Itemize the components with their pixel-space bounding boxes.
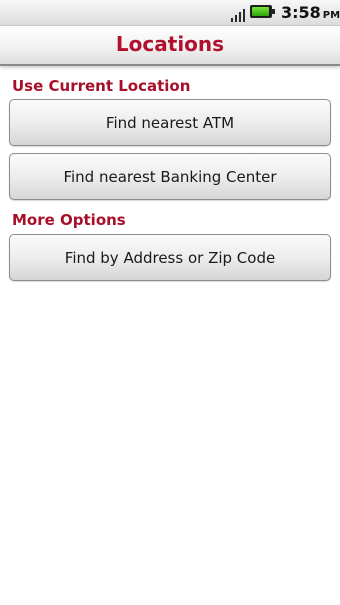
section-title-more-options: More Options [12,211,126,229]
find-nearest-banking-center-label: Find nearest Banking Center [63,167,277,186]
find-by-address-button[interactable]: Find by Address or Zip Code [9,234,331,281]
status-bar: 3:58 PM [0,0,340,26]
battery-level [252,7,269,16]
signal-icon [231,8,247,22]
title-bar: Locations [0,26,340,66]
find-by-address-label: Find by Address or Zip Code [64,248,276,267]
clock: 3:58 PM [281,3,340,22]
page-title: Locations [115,32,225,56]
find-nearest-atm-label: Find nearest ATM [105,113,235,132]
clock-time: 3:58 [281,3,321,22]
section-title-current-location: Use Current Location [12,77,191,95]
find-nearest-atm-button[interactable]: Find nearest ATM [9,99,331,146]
battery-tip [272,9,275,14]
find-nearest-banking-center-button[interactable]: Find nearest Banking Center [9,153,331,200]
clock-ampm: PM [322,10,340,21]
battery-icon [250,5,272,18]
